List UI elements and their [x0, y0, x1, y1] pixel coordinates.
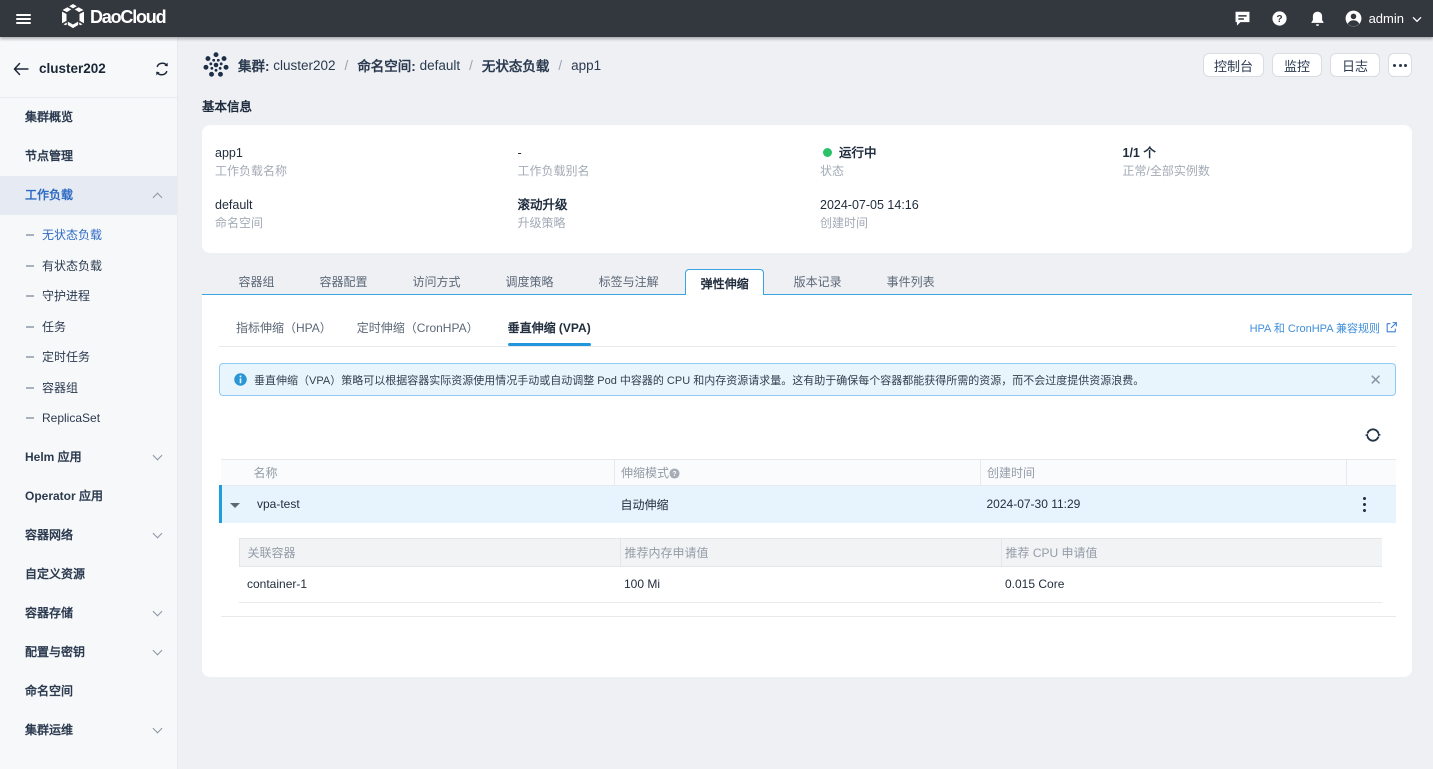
svg-text:?: ?	[672, 471, 676, 478]
svg-text:?: ?	[1276, 14, 1282, 25]
